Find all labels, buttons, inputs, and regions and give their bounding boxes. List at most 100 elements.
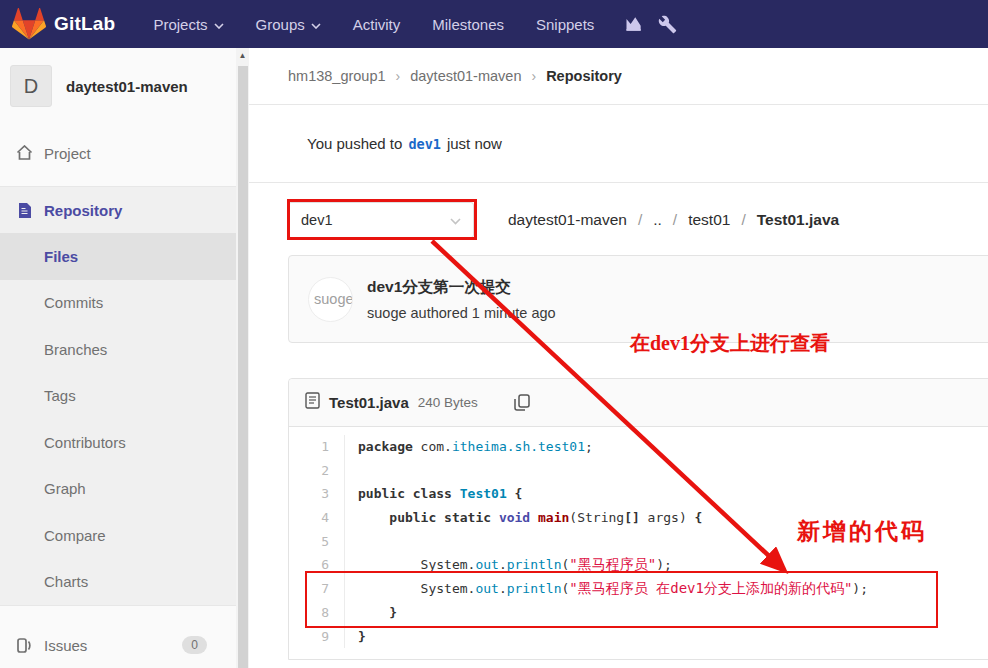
navbar-item-activity[interactable]: Activity: [337, 0, 417, 48]
line-number[interactable]: 8: [289, 601, 329, 625]
commit-avatar: suoge's avatar: [308, 277, 353, 322]
code-token: public class: [358, 486, 460, 501]
branch-selector[interactable]: dev1: [288, 202, 474, 238]
navbar-item-snippets[interactable]: Snippets: [520, 0, 610, 48]
sidebar-item-compare[interactable]: Compare: [0, 512, 249, 559]
code-token: .: [499, 581, 507, 596]
code-line: }: [358, 601, 868, 625]
code-token: "黑马程序员": [569, 556, 656, 572]
breadcrumb: hm138_group1 › daytest01-maven › Repository: [249, 48, 988, 105]
copy-icon[interactable]: [514, 394, 530, 411]
branch-selector-value: dev1: [301, 212, 332, 228]
breadcrumb-segment: Repository: [546, 68, 622, 84]
scroll-up-icon[interactable]: ▲: [236, 48, 249, 64]
code-token: {: [507, 486, 523, 501]
file-name: Test01.java: [329, 394, 409, 411]
code-token: println: [507, 581, 562, 596]
file-path-segment: Test01.java: [757, 211, 839, 229]
code-lines: package com.itheima.sh.test01; public cla…: [345, 435, 868, 648]
file-size: 240 Bytes: [418, 395, 478, 410]
file-path-breadcrumb: daytest01-maven/../test01/Test01.java: [508, 211, 839, 229]
breadcrumb-separator: ›: [396, 68, 401, 84]
project-avatar[interactable]: D: [10, 65, 52, 107]
push-notice-suffix: just now: [447, 135, 502, 152]
navbar-item-projects[interactable]: Projects: [137, 0, 239, 48]
code-token: System.: [358, 581, 475, 596]
code-token: main: [538, 510, 569, 525]
file-path-segment[interactable]: daytest01-maven: [508, 211, 627, 229]
line-number[interactable]: 5: [289, 530, 329, 554]
code-token: out: [475, 557, 498, 572]
sidebar-item-graph[interactable]: Graph: [0, 466, 249, 513]
line-number[interactable]: 4: [289, 506, 329, 530]
issues-count-badge: 0: [182, 636, 207, 654]
code-token: public static: [389, 510, 499, 525]
project-name[interactable]: daytest01-maven: [66, 78, 188, 95]
sidebar: D daytest01-maven Project Repository Files…: [0, 48, 249, 668]
navbar-item-groups[interactable]: Groups: [240, 0, 337, 48]
sidebar-item-label: Repository: [44, 202, 122, 219]
code-line: package com.itheima.sh.test01;: [358, 435, 868, 459]
file-path-separator: /: [638, 211, 642, 229]
sidebar-item-files[interactable]: Files: [0, 233, 249, 280]
wrench-icon[interactable]: [658, 15, 677, 34]
scrollbar-thumb[interactable]: [238, 66, 248, 668]
sidebar-item-issues[interactable]: Issues0: [0, 622, 249, 668]
breadcrumb-separator: ›: [531, 68, 536, 84]
line-number[interactable]: 2: [289, 459, 329, 483]
repository-icon: [15, 201, 33, 219]
breadcrumb-segment[interactable]: daytest01-maven: [410, 68, 521, 84]
sidebar-item-tags[interactable]: Tags: [0, 373, 249, 420]
sidebar-item-branches[interactable]: Branches: [0, 326, 249, 373]
branch-row: dev1 daytest01-maven/../test01/Test01.ja…: [249, 201, 988, 238]
file-icon: [305, 392, 320, 413]
code-token: ;: [585, 439, 593, 454]
commit-meta: suoge authored 1 minute ago: [367, 305, 556, 321]
push-branch-link[interactable]: dev1: [408, 136, 441, 152]
file-path-segment[interactable]: ..: [653, 211, 662, 229]
code-token: );: [656, 557, 672, 572]
gitlab-brand[interactable]: GitLab: [54, 13, 115, 35]
code-token: );: [852, 581, 868, 596]
code-token: "黑马程序员 在dev1分支上添加的新的代码": [569, 580, 852, 596]
line-number[interactable]: 9: [289, 625, 329, 649]
code-line: public class Test01 {: [358, 482, 868, 506]
sidebar-repository-section: Repository FilesCommitsBranchesTagsContri…: [0, 186, 249, 606]
code-token: args): [640, 510, 695, 525]
push-notice-prefix: You pushed to: [307, 135, 402, 152]
code-line: System.out.println("黑马程序员");: [358, 553, 868, 577]
code-line: [358, 459, 868, 483]
code-token: }: [358, 629, 366, 644]
sidebar-scrollbar[interactable]: ▲: [236, 48, 249, 668]
sidebar-item-repository[interactable]: Repository: [0, 187, 249, 233]
sidebar-item-charts[interactable]: Charts: [0, 559, 249, 606]
line-number[interactable]: 7: [289, 577, 329, 601]
line-number[interactable]: 6: [289, 553, 329, 577]
code-token: package: [358, 439, 413, 454]
sidebar-item-label: Project: [44, 145, 91, 162]
code-line: System.out.println("黑马程序员 在dev1分支上添加的新的代…: [358, 577, 868, 601]
code-token: []: [624, 510, 640, 525]
sidebar-item-commits[interactable]: Commits: [0, 280, 249, 327]
code-token: (String: [569, 510, 624, 525]
navbar-item-milestones[interactable]: Milestones: [416, 0, 520, 48]
issues-icon: [15, 636, 33, 654]
code-token: println: [507, 557, 562, 572]
gitlab-logo-icon[interactable]: [12, 7, 46, 41]
main-content: hm138_group1›daytest01-maven›Repository …: [249, 48, 988, 668]
sidebar-project-header: D daytest01-maven: [0, 48, 249, 118]
breadcrumb-segment[interactable]: hm138_group1: [288, 68, 386, 84]
code-token: }: [358, 605, 397, 620]
line-number[interactable]: 1: [289, 435, 329, 459]
chart-icon[interactable]: [624, 14, 644, 34]
chevron-down-icon: [311, 23, 321, 29]
file-path-segment[interactable]: test01: [688, 211, 730, 229]
sidebar-item-contributors[interactable]: Contributors: [0, 419, 249, 466]
code-token: Test01: [460, 486, 507, 501]
navbar-menu: ProjectsGroupsActivityMilestonesSnippets: [137, 0, 610, 48]
code-token: void: [499, 510, 538, 525]
sidebar-nav: Project Repository FilesCommitsBranchesTag…: [0, 130, 249, 668]
commit-title[interactable]: dev1分支第一次提交: [367, 277, 556, 298]
sidebar-item-project[interactable]: Project: [0, 130, 249, 176]
line-number[interactable]: 3: [289, 482, 329, 506]
